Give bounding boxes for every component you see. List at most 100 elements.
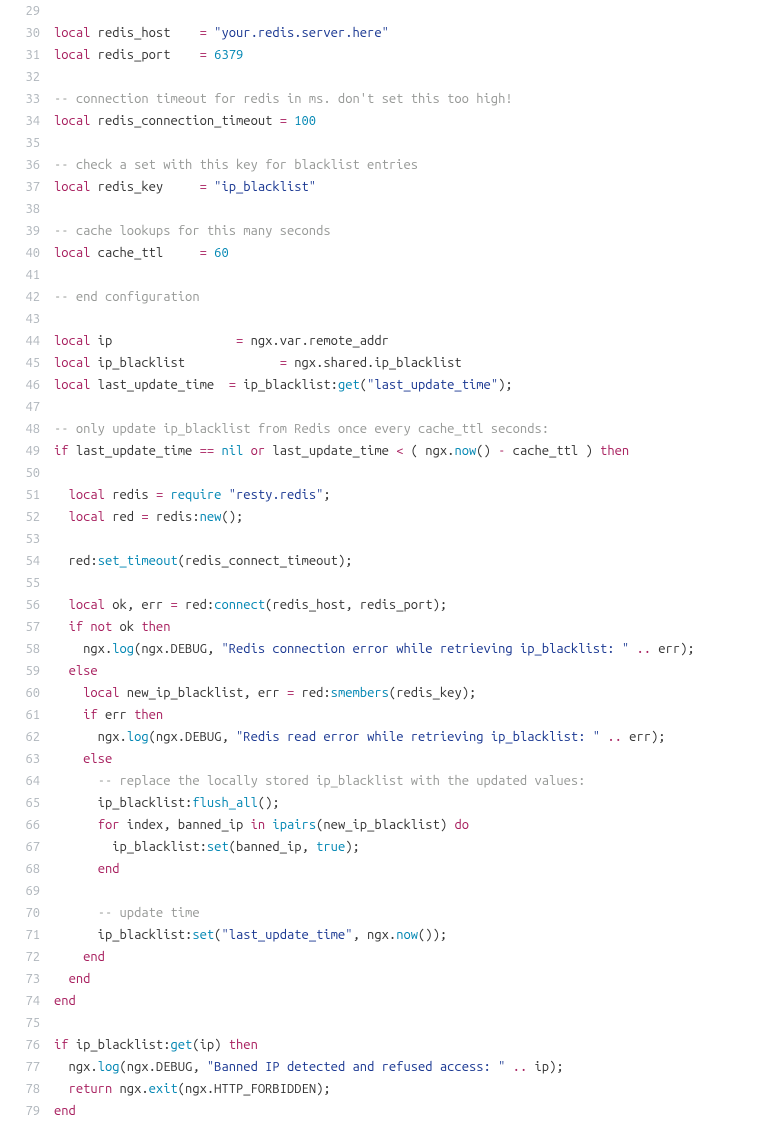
token-cm: -- only update ip_blacklist from Redis o…: [54, 422, 549, 436]
token-cm: -- connection timeout for redis in ms. d…: [54, 92, 513, 106]
token-id: (new_ip_blacklist): [316, 818, 454, 832]
line-content: [54, 1012, 758, 1034]
token-id: redis_host: [90, 26, 199, 40]
line-number: 46: [0, 374, 54, 396]
token-id: [54, 510, 69, 524]
token-id: [54, 774, 98, 788]
token-id: err);: [622, 730, 666, 744]
code-line: 71 ip_blacklist:set("last_update_time", …: [0, 924, 758, 946]
token-kw: ==: [200, 444, 215, 458]
code-block: 2930local redis_host = "your.redis.serve…: [0, 0, 758, 1122]
code-line: 59 else: [0, 660, 758, 682]
token-id: redis: [105, 488, 156, 502]
token-kw: end: [98, 862, 120, 876]
code-line: 66 for index, banned_ip in ipairs(new_ip…: [0, 814, 758, 836]
token-kw: =: [141, 510, 148, 524]
token-id: ip_blacklist:: [236, 378, 338, 392]
line-number: 30: [0, 22, 54, 44]
token-kw: local: [54, 334, 90, 348]
line-number: 38: [0, 198, 54, 220]
line-number: 69: [0, 880, 54, 902]
token-id: last_update_time: [69, 444, 200, 458]
line-number: 64: [0, 770, 54, 792]
token-id: (redis_connect_timeout);: [178, 554, 353, 568]
token-id: ());: [418, 928, 447, 942]
line-content: else: [54, 748, 758, 770]
line-content: -- replace the locally stored ip_blackli…: [54, 770, 758, 792]
token-id: last_update_time: [265, 444, 396, 458]
token-kw: not: [90, 620, 112, 634]
line-number: 65: [0, 792, 54, 814]
token-kw: =: [280, 356, 287, 370]
code-line: 40local cache_ttl = 60: [0, 242, 758, 264]
line-content: [54, 396, 758, 418]
code-line: 53: [0, 528, 758, 550]
line-number: 44: [0, 330, 54, 352]
token-id: ngx.: [54, 730, 127, 744]
line-number: 68: [0, 858, 54, 880]
token-id: ngx.var.remote_addr: [243, 334, 389, 348]
line-number: 55: [0, 572, 54, 594]
line-content: local cache_ttl = 60: [54, 242, 758, 264]
token-num: 100: [294, 114, 316, 128]
line-number: 35: [0, 132, 54, 154]
token-fn: log: [127, 730, 149, 744]
token-str: "resty.redis": [229, 488, 324, 502]
token-id: ip_blacklist: [90, 356, 279, 370]
token-cm: -- check a set with this key for blackli…: [54, 158, 418, 172]
line-number: 78: [0, 1078, 54, 1100]
token-id: red:: [294, 686, 330, 700]
token-fn: require: [171, 488, 222, 502]
token-id: [54, 752, 83, 766]
line-content: [54, 880, 758, 902]
code-line: 36-- check a set with this key for black…: [0, 154, 758, 176]
token-id: last_update_time: [90, 378, 228, 392]
token-str: "last_update_time": [221, 928, 352, 942]
line-content: end: [54, 968, 758, 990]
token-num: 60: [214, 246, 229, 260]
line-content: end: [54, 946, 758, 968]
line-number: 41: [0, 264, 54, 286]
line-content: local last_update_time = ip_blacklist:ge…: [54, 374, 758, 396]
token-id: ip_blacklist:: [54, 796, 192, 810]
token-cm: -- cache lookups for this many seconds: [54, 224, 331, 238]
line-content: [54, 308, 758, 330]
code-line: 73 end: [0, 968, 758, 990]
code-line: 74end: [0, 990, 758, 1012]
token-cm: -- end configuration: [54, 290, 200, 304]
line-content: local redis = require "resty.redis";: [54, 484, 758, 506]
token-id: (ngx.DEBUG,: [134, 642, 221, 656]
token-id: ngx.: [54, 642, 112, 656]
code-line: 65 ip_blacklist:flush_all();: [0, 792, 758, 814]
token-id: [221, 488, 228, 502]
line-content: -- only update ip_blacklist from Redis o…: [54, 418, 758, 440]
token-str: "last_update_time": [367, 378, 498, 392]
token-id: (redis_key);: [389, 686, 476, 700]
line-content: ngx.log(ngx.DEBUG, "Banned IP detected a…: [54, 1056, 758, 1078]
token-id: redis_key: [90, 180, 199, 194]
code-line: 31local redis_port = 6379: [0, 44, 758, 66]
token-id: (redis_host, redis_port);: [265, 598, 447, 612]
line-number: 51: [0, 484, 54, 506]
token-fn: now: [454, 444, 476, 458]
token-kw: if: [54, 1038, 69, 1052]
token-kw: for: [98, 818, 120, 832]
line-number: 31: [0, 44, 54, 66]
token-kw: then: [134, 708, 163, 722]
token-id: (): [476, 444, 498, 458]
token-id: err: [98, 708, 134, 722]
token-str: "Redis read error while retrieving ip_bl…: [236, 730, 600, 744]
token-id: [54, 972, 69, 986]
line-content: local red = redis:new();: [54, 506, 758, 528]
line-number: 50: [0, 462, 54, 484]
token-kw: in: [251, 818, 266, 832]
line-content: end: [54, 1100, 758, 1122]
line-content: if last_update_time == nil or last_updat…: [54, 440, 758, 462]
token-id: ngx.: [54, 1060, 98, 1074]
code-line: 57 if not ok then: [0, 616, 758, 638]
token-id: [505, 1060, 512, 1074]
code-line: 39-- cache lookups for this many seconds: [0, 220, 758, 242]
token-fn: new: [200, 510, 222, 524]
code-line: 47: [0, 396, 758, 418]
code-line: 54 red:set_timeout(redis_connect_timeout…: [0, 550, 758, 572]
